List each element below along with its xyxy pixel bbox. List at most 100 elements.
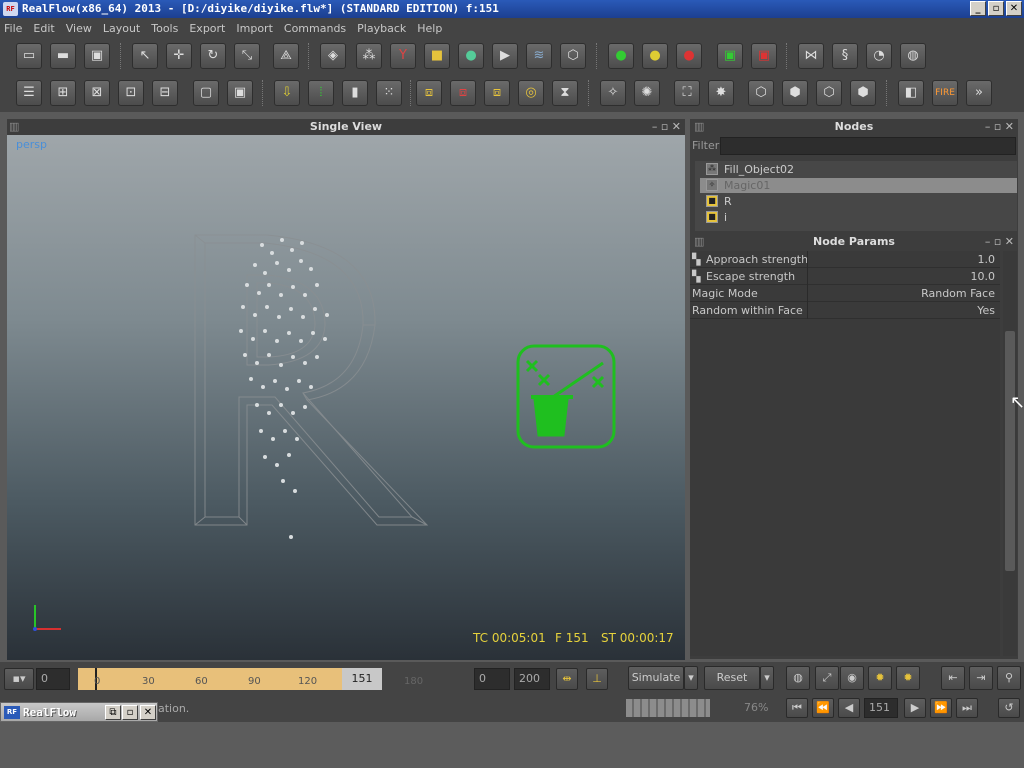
close-button[interactable]: ✕ bbox=[140, 705, 156, 720]
layer-link-icon[interactable]: ⊟ bbox=[152, 80, 178, 106]
key-next-icon[interactable]: ⇥ bbox=[969, 666, 993, 690]
new-scene-icon[interactable]: ▭ bbox=[16, 43, 42, 69]
more-icon[interactable]: » bbox=[966, 80, 992, 106]
panel-controls-icon[interactable]: – ▫ ✕ bbox=[985, 234, 1014, 250]
open-folder-icon[interactable]: ▬ bbox=[50, 43, 76, 69]
green-light-icon[interactable]: ● bbox=[608, 43, 634, 69]
minimize-button[interactable]: _ bbox=[970, 1, 986, 16]
menu-tools[interactable]: Tools bbox=[151, 22, 178, 35]
frame-icon[interactable]: ⛶ bbox=[674, 80, 700, 106]
node-row-r[interactable]: ■ R bbox=[700, 194, 1017, 209]
play-icon[interactable]: ▶ bbox=[904, 698, 926, 718]
minimized-window[interactable]: RF RealFlow ⧉ ▫ ✕ bbox=[0, 702, 158, 722]
box-open-icon[interactable]: ▢ bbox=[193, 80, 219, 106]
param-row-approach-strength[interactable]: ▚ Approach strength 1.0 bbox=[690, 251, 1000, 268]
menu-playback[interactable]: Playback bbox=[357, 22, 406, 35]
param-row-random-within-face[interactable]: Random within Face Yes bbox=[690, 302, 1000, 319]
sparkle-icon[interactable]: ✸ bbox=[708, 80, 734, 106]
particles-icon[interactable]: ⁂ bbox=[356, 43, 382, 69]
cube-white-icon[interactable]: ⬢ bbox=[850, 80, 876, 106]
mesh-map-icon[interactable]: ⧈ bbox=[484, 80, 510, 106]
step-back-icon[interactable]: ⏪ bbox=[812, 698, 834, 718]
layer-add-icon[interactable]: ⊞ bbox=[50, 80, 76, 106]
simulate-dropdown-icon[interactable]: ▾ bbox=[684, 666, 698, 690]
menu-import[interactable]: Import bbox=[236, 22, 273, 35]
node-row-magic01[interactable]: ✧ Magic01 bbox=[700, 178, 1017, 193]
restore-button[interactable]: ⧉ bbox=[105, 705, 121, 720]
panel-controls-icon[interactable]: – ▫ ✕ bbox=[985, 119, 1014, 135]
reset-button[interactable]: Reset bbox=[704, 666, 760, 690]
wave-icon[interactable]: ≋ bbox=[526, 43, 552, 69]
cube-burst-icon[interactable]: ✺ bbox=[634, 80, 660, 106]
script-icon[interactable]: § bbox=[832, 43, 858, 69]
select-arrow-icon[interactable]: ↖ bbox=[132, 43, 158, 69]
cube-sparkle-icon[interactable]: ✧ bbox=[600, 80, 626, 106]
range-start-field[interactable]: 0 bbox=[474, 668, 510, 690]
node-row-i[interactable]: ■ i bbox=[700, 210, 1017, 225]
red-light-icon[interactable]: ● bbox=[676, 43, 702, 69]
box-closed-icon[interactable]: ▣ bbox=[227, 80, 253, 106]
cube-dark-icon[interactable]: ⬢ bbox=[782, 80, 808, 106]
go-start-icon[interactable]: ⏮ bbox=[786, 698, 808, 718]
fire-icon[interactable]: FIRE bbox=[932, 80, 958, 106]
simulate-button[interactable]: Simulate bbox=[628, 666, 684, 690]
timeline-menu-button[interactable]: ▪▾ bbox=[4, 668, 34, 690]
param-value[interactable]: 1.0 bbox=[807, 251, 997, 268]
timeline-track[interactable]: 0 30 60 90 120 bbox=[78, 668, 342, 690]
key-prev-icon[interactable]: ⇤ bbox=[941, 666, 965, 690]
tool-planet-icon[interactable]: ◍ bbox=[786, 666, 810, 690]
current-frame-box[interactable]: 151 bbox=[342, 668, 382, 690]
cube-wire-icon[interactable]: ⬡ bbox=[748, 80, 774, 106]
tool-scale-icon[interactable]: ⤢ bbox=[815, 666, 839, 690]
go-end-icon[interactable]: ⏭ bbox=[956, 698, 978, 718]
scrollbar-thumb[interactable] bbox=[1005, 331, 1015, 571]
save-check-icon[interactable]: ▣ bbox=[717, 43, 743, 69]
tool-gear-icon[interactable]: ✹ bbox=[868, 666, 892, 690]
params-scrollbar[interactable] bbox=[1003, 251, 1017, 656]
param-value[interactable]: Random Face bbox=[807, 285, 997, 302]
timer-icon[interactable]: ◔ bbox=[866, 43, 892, 69]
maximize-button[interactable]: ▫ bbox=[122, 705, 138, 720]
scale-icon[interactable]: ⤡ bbox=[234, 43, 260, 69]
3d-viewport[interactable]: persp TC 00:05:01 F 151 ST 00:00:17 bbox=[7, 135, 685, 660]
menu-layout[interactable]: Layout bbox=[103, 22, 140, 35]
panel-controls-icon[interactable]: – ▫ ✕ bbox=[652, 119, 681, 135]
emitter-icon[interactable]: ◈ bbox=[320, 43, 346, 69]
statistics-icon[interactable]: ⦙ bbox=[308, 80, 334, 106]
save-icon[interactable]: ▣ bbox=[84, 43, 110, 69]
rigid-body-icon[interactable]: ⬡ bbox=[560, 43, 586, 69]
yellow-light-icon[interactable]: ● bbox=[642, 43, 668, 69]
param-value[interactable]: 10.0 bbox=[807, 268, 997, 285]
batch-graph-icon[interactable]: ⋈ bbox=[798, 43, 824, 69]
range-end-field[interactable]: 200 bbox=[514, 668, 550, 690]
move-icon[interactable]: ✛ bbox=[166, 43, 192, 69]
layer-rotate-icon[interactable]: ⊡ bbox=[118, 80, 144, 106]
globe-icon[interactable]: ◍ bbox=[900, 43, 926, 69]
mesh-icon[interactable]: ● bbox=[458, 43, 484, 69]
mesh-grid-icon[interactable]: ⧈ bbox=[416, 80, 442, 106]
close-button[interactable]: ✕ bbox=[1006, 1, 1022, 16]
render-icon[interactable]: ◧ bbox=[898, 80, 924, 106]
tool-gear2-icon[interactable]: ✹ bbox=[896, 666, 920, 690]
save-x-icon[interactable]: ▣ bbox=[751, 43, 777, 69]
wrench-icon[interactable]: ⚲ bbox=[997, 666, 1021, 690]
layer-icon[interactable]: ☰ bbox=[16, 80, 42, 106]
mesh-target-icon[interactable]: ◎ bbox=[518, 80, 544, 106]
rotate-icon[interactable]: ↻ bbox=[200, 43, 226, 69]
param-row-escape-strength[interactable]: ▚ Escape strength 10.0 bbox=[690, 268, 1000, 285]
node-row-fill-object02[interactable]: ⁂ Fill_Object02 bbox=[700, 162, 1017, 177]
menu-export[interactable]: Export bbox=[189, 22, 225, 35]
menu-commands[interactable]: Commands bbox=[284, 22, 346, 35]
cube-light-icon[interactable]: ⬡ bbox=[816, 80, 842, 106]
panel-grip-icon[interactable]: ▥ bbox=[694, 234, 704, 250]
keyframe-icon[interactable]: ⇹ bbox=[556, 668, 578, 690]
menu-help[interactable]: Help bbox=[417, 22, 442, 35]
dots-grid-icon[interactable]: ⁙ bbox=[376, 80, 402, 106]
reset-dropdown-icon[interactable]: ▾ bbox=[760, 666, 774, 690]
step-forward-icon[interactable]: ⏩ bbox=[930, 698, 952, 718]
param-value[interactable]: Yes bbox=[807, 302, 997, 319]
camera-icon[interactable]: ▶ bbox=[492, 43, 518, 69]
menu-edit[interactable]: Edit bbox=[33, 22, 54, 35]
menu-file[interactable]: File bbox=[4, 22, 22, 35]
layer-scale-icon[interactable]: ⊠ bbox=[84, 80, 110, 106]
